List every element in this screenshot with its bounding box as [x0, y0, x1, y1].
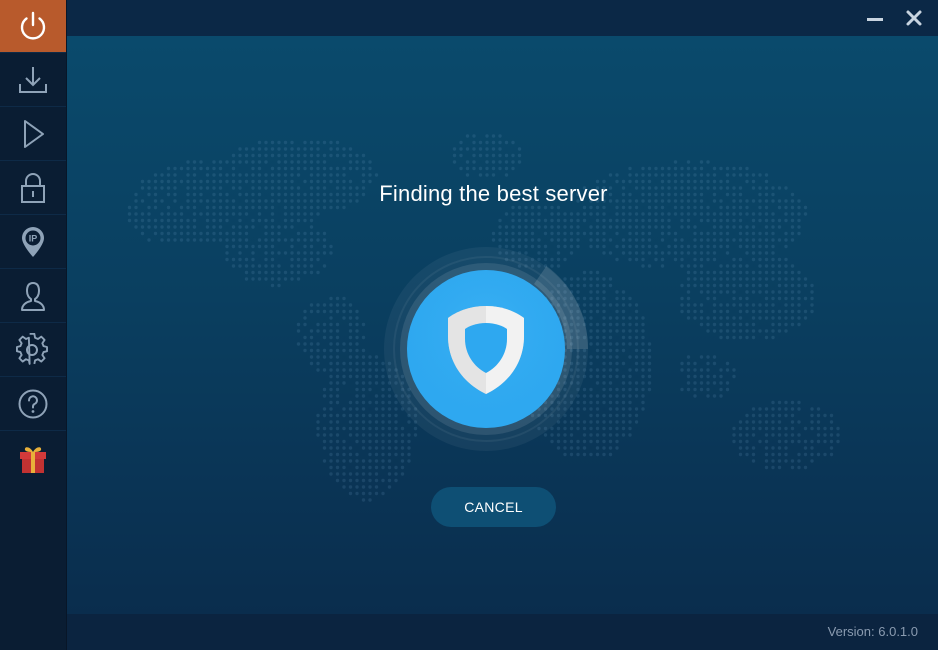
close-icon — [906, 10, 922, 26]
lock-icon — [21, 173, 45, 203]
gift-icon — [20, 446, 46, 473]
play-icon — [24, 120, 44, 148]
connecting-spinner — [383, 246, 589, 452]
title-bar — [67, 0, 938, 36]
main-panel: Finding the best server CANCEL — [67, 36, 938, 614]
sidebar-item-power[interactable] — [0, 0, 66, 53]
status-footer: Version: 6.0.1.0 — [67, 614, 938, 650]
cancel-button[interactable]: CANCEL — [431, 487, 556, 527]
svg-text:IP: IP — [29, 234, 38, 244]
sidebar-item-lock[interactable] — [0, 162, 66, 215]
help-icon — [18, 389, 48, 419]
sidebar-item-ip[interactable]: IP — [0, 216, 66, 269]
sidebar-item-gift[interactable] — [0, 432, 66, 485]
power-icon — [20, 11, 46, 40]
minimize-button[interactable] — [862, 6, 888, 30]
sidebar-item-settings[interactable] — [0, 324, 66, 377]
gear-icon — [16, 333, 48, 365]
vpn-app-window: IP Finding the best server CANCEL Versio… — [0, 0, 938, 650]
sidebar-item-help[interactable] — [0, 378, 66, 431]
user-icon — [21, 282, 45, 311]
version-label: Version: 6.0.1.0 — [827, 624, 918, 639]
sidebar-item-play[interactable] — [0, 108, 66, 161]
sidebar-item-account[interactable] — [0, 270, 66, 323]
minimize-icon — [867, 18, 883, 21]
sidebar: IP — [0, 0, 67, 650]
status-heading: Finding the best server — [379, 181, 608, 206]
close-button[interactable] — [901, 6, 927, 30]
sidebar-item-download[interactable] — [0, 54, 66, 107]
download-icon — [19, 67, 47, 93]
ip-location-icon: IP — [22, 227, 44, 257]
